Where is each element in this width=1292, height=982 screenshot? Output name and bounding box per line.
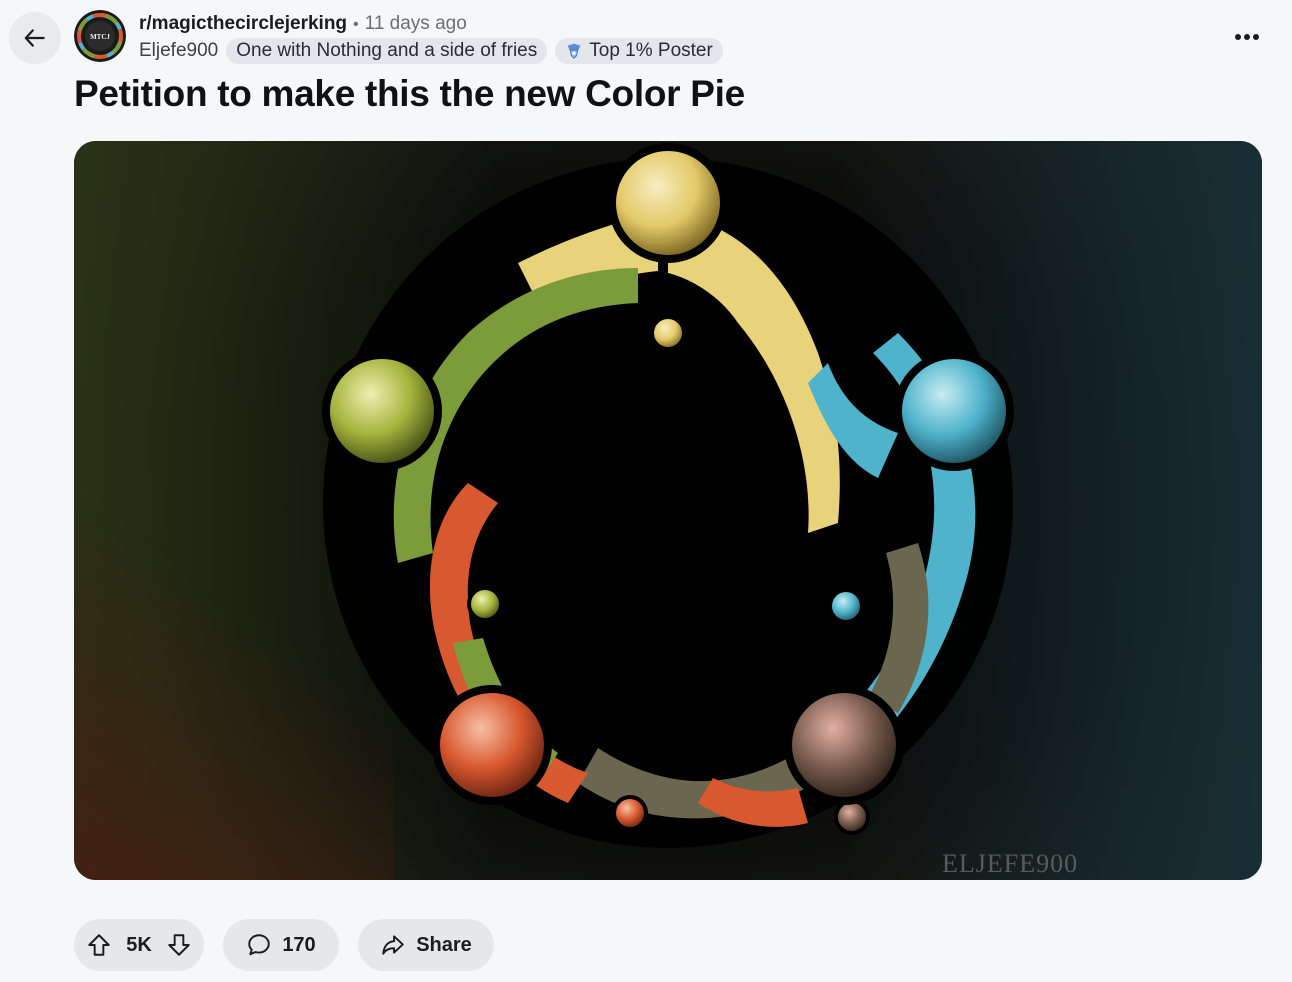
avatar-text: MTCJ: [90, 33, 110, 41]
post-page: MTCJ r/magicthecirclejerking • 11 days a…: [0, 0, 1292, 982]
subreddit-avatar[interactable]: MTCJ: [74, 10, 126, 62]
more-options-button[interactable]: [1224, 22, 1270, 52]
post-meta-top: r/magicthecirclejerking • 11 days ago: [139, 12, 467, 37]
more-horizontal-icon: [1235, 34, 1259, 40]
share-arrow-icon: [382, 935, 404, 955]
arrow-left-icon: [24, 29, 45, 47]
achievement-flair: Top 1% Poster: [555, 38, 723, 64]
color-pie-artwork: ELJEFE900: [74, 141, 1262, 880]
speech-bubble-icon: [248, 934, 271, 956]
post-action-bar: 5K 170 Share: [74, 919, 494, 971]
vote-control: 5K: [74, 919, 204, 971]
post-title: Petition to make this the new Color Pie: [74, 73, 745, 114]
vote-score: 5K: [126, 933, 152, 956]
post-meta-bottom: Eljefe900 One with Nothing and a side of…: [139, 38, 723, 64]
comment-count: 170: [282, 933, 316, 956]
comments-button[interactable]: 170: [223, 919, 339, 971]
achievement-flair-label: Top 1% Poster: [589, 40, 713, 61]
image-signature: ELJEFE900: [942, 849, 1078, 878]
post-image[interactable]: ELJEFE900: [74, 141, 1262, 880]
post-age: 11 days ago: [364, 13, 467, 34]
user-flair: One with Nothing and a side of fries: [226, 38, 548, 64]
back-button[interactable]: [9, 12, 61, 64]
arrow-up-icon[interactable]: [86, 932, 112, 958]
share-button[interactable]: Share: [358, 919, 494, 971]
trophy-badge-icon: [567, 43, 581, 59]
subreddit-link[interactable]: r/magicthecirclejerking: [139, 12, 347, 36]
author-link[interactable]: Eljefe900: [139, 38, 218, 64]
arrow-down-icon[interactable]: [166, 932, 192, 958]
share-label: Share: [416, 933, 472, 956]
meta-separator: •: [353, 16, 359, 33]
